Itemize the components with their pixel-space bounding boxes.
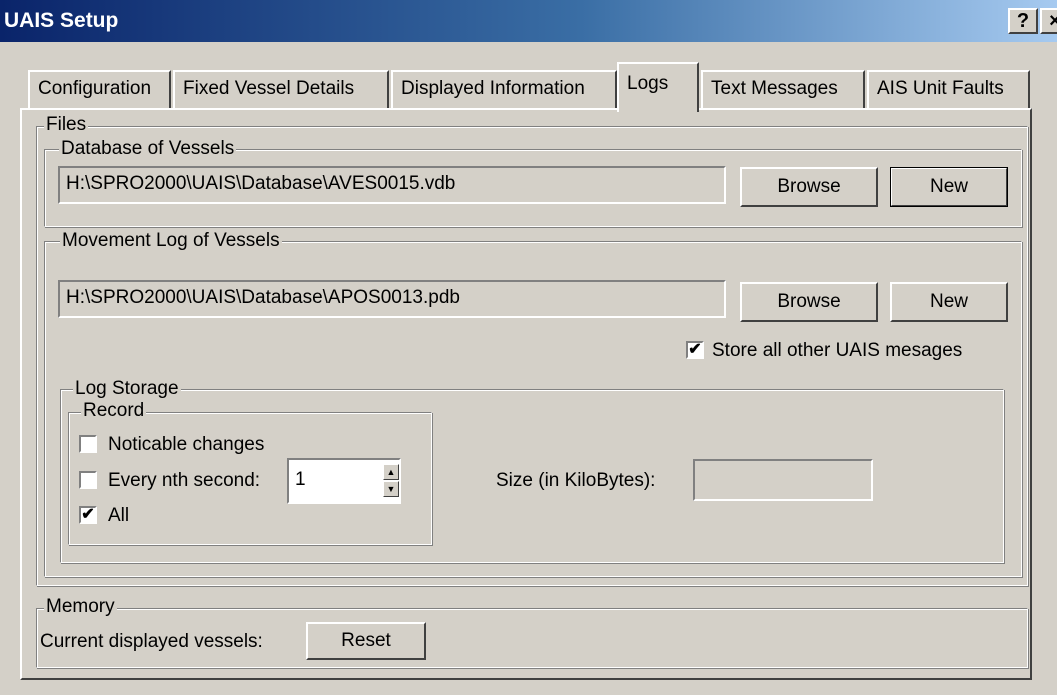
movement-log-legend: Movement Log of Vessels <box>60 230 282 251</box>
movement-browse-button[interactable]: Browse <box>740 282 878 322</box>
tab-displayed-information[interactable]: Displayed Information <box>391 70 617 108</box>
all-label: All <box>108 505 130 526</box>
spin-down-button[interactable]: ▼ <box>383 481 399 497</box>
movement-new-button[interactable]: New <box>890 282 1008 322</box>
tab-fixed-vessel-details[interactable]: Fixed Vessel Details <box>173 70 389 108</box>
size-field[interactable] <box>693 459 873 501</box>
log-storage-legend: Log Storage <box>73 378 181 399</box>
noticable-changes-checkbox[interactable] <box>79 435 97 453</box>
help-button[interactable]: ? <box>1008 8 1038 34</box>
every-nth-second-checkbox[interactable] <box>79 471 97 489</box>
files-legend: Files <box>44 114 89 135</box>
database-new-button[interactable]: New <box>890 167 1008 207</box>
every-nth-second-label: Every nth second: <box>108 470 261 491</box>
all-checkbox[interactable]: ✔ <box>79 506 97 524</box>
size-label: Size (in KiloBytes): <box>496 470 656 491</box>
tab-ais-unit-faults[interactable]: AIS Unit Faults <box>867 70 1030 108</box>
tab-logs[interactable]: Logs <box>617 62 699 112</box>
database-browse-button[interactable]: Browse <box>740 167 878 207</box>
tab-configuration[interactable]: Configuration <box>28 70 171 108</box>
record-legend: Record <box>81 400 147 421</box>
database-path-field[interactable]: H:\SPRO2000\UAIS\Database\AVES0015.vdb <box>58 166 726 204</box>
spin-up-button[interactable]: ▲ <box>383 464 399 480</box>
store-all-label: Store all other UAIS mesages <box>712 340 963 361</box>
window-title: UAIS Setup <box>4 9 119 32</box>
store-all-checkbox[interactable]: ✔ <box>686 341 704 359</box>
database-legend: Database of Vessels <box>59 138 237 159</box>
tab-text-messages[interactable]: Text Messages <box>701 70 865 108</box>
reset-button[interactable]: Reset <box>306 622 426 660</box>
noticable-changes-label: Noticable changes <box>108 434 265 455</box>
current-displayed-vessels-label: Current displayed vessels: <box>40 631 263 652</box>
close-button[interactable]: × <box>1040 8 1057 34</box>
movement-log-path-field[interactable]: H:\SPRO2000\UAIS\Database\APOS0013.pdb <box>58 280 726 318</box>
memory-legend: Memory <box>44 596 117 617</box>
title-bar <box>0 0 1057 42</box>
